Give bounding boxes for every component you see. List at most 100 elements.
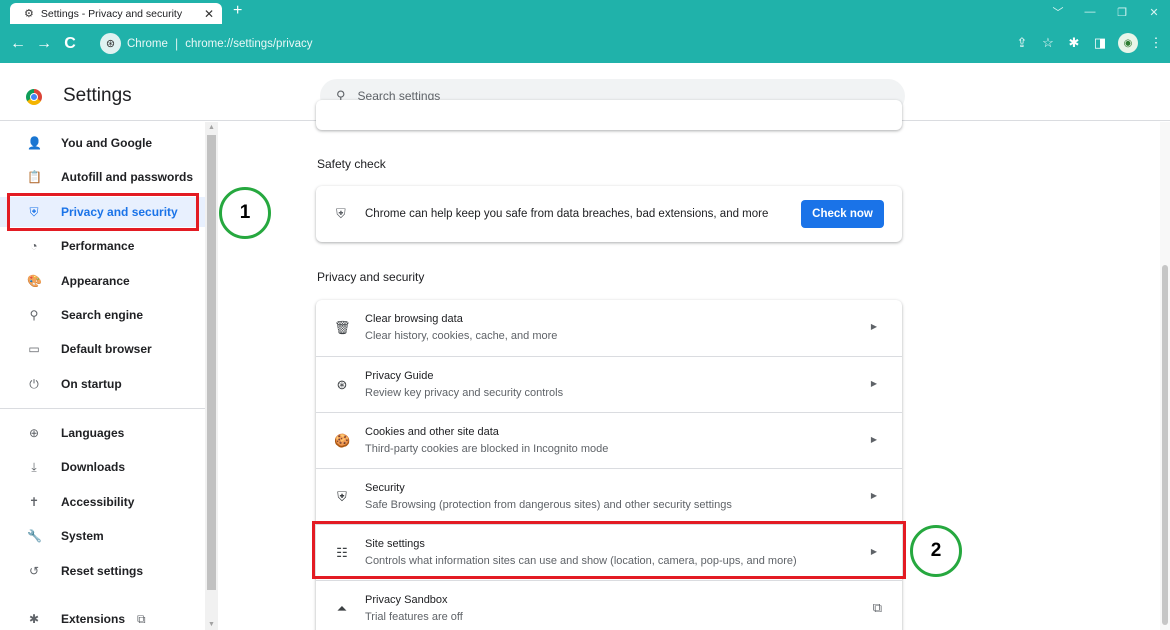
minimize-icon[interactable]: —: [1074, 0, 1106, 24]
sidebar-item-reset-settings[interactable]: ↺ Reset settings: [0, 556, 205, 586]
sidebar-item-autofill[interactable]: 📋 Autofill and passwords: [0, 162, 205, 192]
scroll-down-arrow-icon[interactable]: ▼: [205, 619, 218, 630]
flask-icon: ⏶: [336, 601, 348, 616]
step-marker-1: 1: [219, 187, 271, 239]
sidebar-item-label: Downloads: [61, 460, 126, 474]
sidebar-item-appearance[interactable]: 🎨 Appearance: [0, 266, 205, 296]
chevron-right-icon: ▶: [870, 491, 877, 500]
power-icon: ⏻: [29, 376, 39, 391]
close-icon[interactable]: ✕: [204, 7, 214, 21]
check-now-button[interactable]: Check now: [801, 200, 884, 228]
sidebar-item-label: On startup: [61, 377, 122, 391]
address-bar[interactable]: ⊛ Chrome | chrome://settings/privacy: [98, 30, 998, 57]
sidebar-item-extensions[interactable]: ✱ Extensions ⧉: [0, 604, 205, 630]
row-title: Privacy Sandbox: [365, 594, 448, 606]
compass-icon: ⊛: [336, 377, 348, 392]
extensions-puzzle-icon[interactable]: ✱: [1066, 35, 1082, 51]
security-shield-icon: ⛨: [337, 489, 347, 504]
browser-toolbar: ← → C ⊛ Chrome | chrome://settings/priva…: [0, 24, 1170, 63]
sidebar-item-performance[interactable]: ◔ Performance: [0, 231, 205, 261]
sidebar-item-languages[interactable]: ⊕ Languages: [0, 418, 205, 448]
row-privacy-guide[interactable]: ⊛ Privacy Guide Review key privacy and s…: [316, 356, 902, 412]
sidebar-item-label: Appearance: [61, 274, 130, 288]
safety-check-title: Safety check: [317, 157, 386, 171]
window-close-icon[interactable]: ✕: [1138, 0, 1170, 24]
step-marker-2: 2: [910, 525, 962, 577]
row-cookies[interactable]: 🍪 Cookies and other site data Third-part…: [316, 412, 902, 468]
sidebar-item-accessibility[interactable]: ✝ Accessibility: [0, 487, 205, 517]
safety-shield-icon: ⛨: [336, 206, 346, 221]
safety-check-text: Chrome can help keep you safe from data …: [365, 208, 769, 220]
bookmark-star-icon[interactable]: ☆: [1040, 35, 1056, 51]
reset-icon: ↺: [28, 564, 40, 578]
privacy-section-title: Privacy and security: [317, 270, 425, 284]
row-subtitle: Safe Browsing (protection from dangerous…: [365, 499, 732, 511]
row-title: Cookies and other site data: [365, 426, 499, 438]
site-name: Chrome: [127, 37, 168, 50]
sidebar-divider: [0, 408, 205, 409]
sidebar-item-label: You and Google: [61, 136, 153, 150]
reload-button[interactable]: C: [57, 35, 83, 53]
clipboard-icon: 📋: [27, 170, 42, 184]
restore-icon[interactable]: ❐: [1106, 0, 1138, 24]
scroll-up-arrow-icon[interactable]: ▲: [205, 122, 218, 133]
tab-search-icon[interactable]: ﹀: [1042, 0, 1074, 24]
new-tab-button[interactable]: +: [233, 2, 242, 20]
sidebar-item-label: Autofill and passwords: [61, 170, 194, 184]
row-subtitle: Review key privacy and security controls: [365, 387, 564, 399]
share-icon[interactable]: ⇪: [1014, 35, 1030, 51]
accessibility-icon: ✝: [28, 495, 40, 509]
download-icon: ⤓: [31, 459, 37, 474]
sidebar-item-label: Extensions: [61, 612, 126, 626]
row-title: Security: [365, 482, 405, 494]
sidebar-item-label: Languages: [61, 426, 125, 440]
privacy-card: 🗑 Clear browsing data Clear history, coo…: [316, 300, 902, 630]
sidebar-item-you-and-google[interactable]: 👤 You and Google: [0, 128, 205, 158]
main-scrollbar-thumb[interactable]: [1162, 265, 1168, 625]
row-privacy-sandbox[interactable]: ⏶ Privacy Sandbox Trial features are off…: [316, 580, 902, 630]
external-link-icon: ⧉: [872, 600, 882, 615]
gear-icon: ⚙: [24, 8, 34, 20]
url-separator: |: [174, 36, 179, 51]
row-clear-browsing-data[interactable]: 🗑 Clear browsing data Clear history, coo…: [316, 300, 902, 356]
side-panel-icon[interactable]: ◨: [1092, 35, 1108, 51]
sidebar-item-label: Performance: [61, 239, 135, 253]
page-title: Settings: [63, 85, 132, 106]
sidebar-scrollbar-thumb[interactable]: [207, 135, 216, 590]
globe-icon: ⊕: [28, 426, 40, 440]
row-subtitle: Third-party cookies are blocked in Incog…: [365, 443, 609, 455]
wrench-icon: 🔧: [27, 529, 42, 543]
browser-icon: ▭: [28, 342, 40, 356]
trash-icon: 🗑: [334, 320, 351, 335]
tab-settings[interactable]: ⚙ Settings - Privacy and security ✕: [10, 3, 222, 24]
puzzle-icon: ✱: [28, 612, 40, 626]
sidebar-item-label: System: [61, 529, 104, 543]
sidebar-item-downloads[interactable]: ⤓ Downloads: [0, 452, 205, 482]
person-icon: 👤: [27, 136, 42, 150]
chrome-logo-icon: [26, 89, 42, 105]
sidebar-item-system[interactable]: 🔧 System: [0, 521, 205, 551]
sidebar-item-default-browser[interactable]: ▭ Default browser: [0, 334, 205, 364]
back-button[interactable]: ←: [5, 35, 31, 53]
profile-avatar[interactable]: ◉: [1118, 33, 1138, 53]
palette-icon: 🎨: [27, 274, 42, 288]
row-title: Clear browsing data: [365, 313, 463, 325]
safety-check-card: ⛨ Chrome can help keep you safe from dat…: [316, 186, 902, 242]
chevron-right-icon: ▶: [870, 322, 877, 331]
row-security[interactable]: ⛨ Security Safe Browsing (protection fro…: [316, 468, 902, 524]
site-info-icon[interactable]: ⊛: [100, 33, 121, 54]
highlight-box-privacy: [7, 193, 199, 231]
sidebar-item-label: Reset settings: [61, 564, 144, 578]
sidebar-item-on-startup[interactable]: ⏻ On startup: [0, 369, 205, 399]
previous-section-card: [316, 100, 902, 130]
tab-strip: ⚙ Settings - Privacy and security ✕ + ﹀ …: [0, 0, 1170, 24]
row-subtitle: Trial features are off: [365, 611, 463, 623]
url-text[interactable]: chrome://settings/privacy: [185, 38, 312, 50]
chevron-right-icon: ▶: [870, 379, 877, 388]
external-link-icon: ⧉: [137, 611, 146, 626]
row-title: Privacy Guide: [365, 370, 434, 382]
menu-kebab-icon[interactable]: ⋮: [1148, 35, 1164, 51]
sidebar-item-search-engine[interactable]: ⚲ Search engine: [0, 300, 205, 330]
toolbar-right-icons: ⇪ ☆ ✱ ◨ ◉ ⋮: [1014, 33, 1164, 53]
forward-button[interactable]: →: [31, 35, 57, 53]
